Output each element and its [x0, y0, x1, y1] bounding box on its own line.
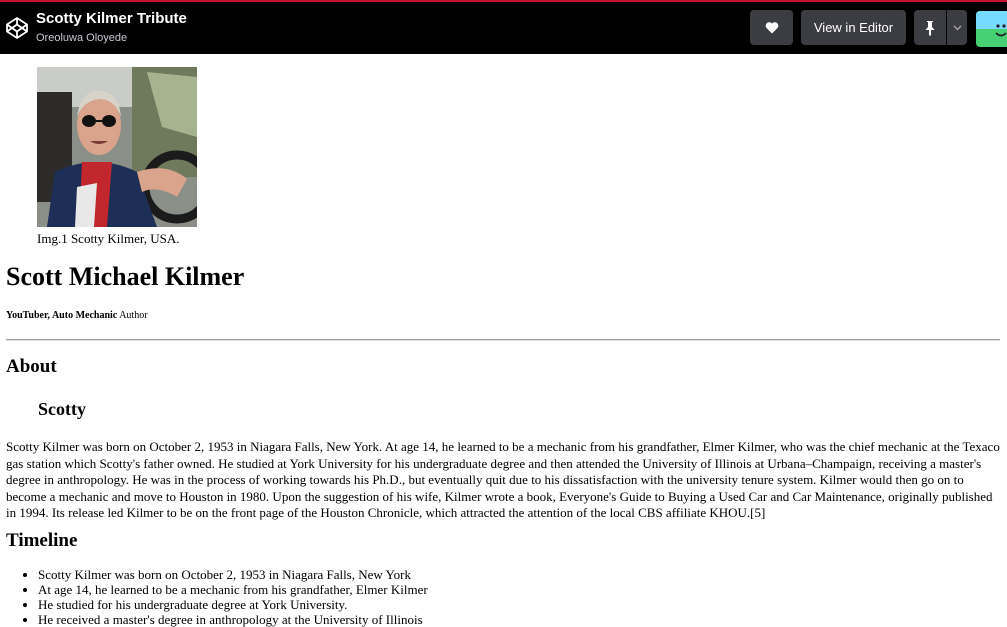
- pin-icon: [925, 20, 935, 36]
- codepen-logo-icon[interactable]: [5, 16, 29, 40]
- avatar-face-icon: [976, 11, 1007, 37]
- page-content: Img.1 Scotty Kilmer, USA. Scott Michael …: [0, 54, 1007, 627]
- pin-dropdown-button[interactable]: [947, 10, 967, 45]
- list-item: At age 14, he learned to be a mechanic f…: [38, 582, 938, 597]
- tagline-bold: YouTuber, Auto Mechanic: [6, 310, 118, 321]
- chevron-down-icon: [953, 25, 961, 30]
- list-item: Scotty Kilmer was born on October 2, 195…: [38, 567, 938, 582]
- timeline-list: Scotty Kilmer was born on October 2, 195…: [6, 567, 938, 627]
- timeline-heading: Timeline: [6, 530, 78, 551]
- heart-icon: [765, 22, 778, 34]
- divider: [6, 339, 1000, 341]
- figure-caption: Img.1 Scotty Kilmer, USA.: [37, 231, 180, 246]
- avatar[interactable]: [976, 11, 1007, 47]
- like-button[interactable]: [750, 10, 793, 45]
- portrait-image: [37, 67, 197, 227]
- view-in-editor-button[interactable]: View in Editor: [801, 10, 906, 45]
- portrait-figure: [37, 67, 197, 227]
- top-bar: Scotty Kilmer Tribute Oreoluwa Oloyede V…: [0, 0, 1007, 54]
- pen-title: Scotty Kilmer Tribute: [36, 10, 187, 27]
- tagline-rest: Author: [119, 310, 148, 321]
- page-title: Scott Michael Kilmer: [6, 262, 245, 291]
- pin-button[interactable]: [914, 10, 946, 45]
- pen-author-link[interactable]: Oreoluwa Oloyede: [36, 32, 127, 44]
- bio-paragraph: Scotty Kilmer was born on October 2, 195…: [6, 439, 1000, 520]
- list-item: He studied for his undergraduate degree …: [38, 597, 938, 612]
- tagline: YouTuber, Auto Mechanic Author: [6, 310, 148, 321]
- scotty-heading: Scotty: [38, 399, 86, 419]
- about-heading: About: [6, 356, 57, 377]
